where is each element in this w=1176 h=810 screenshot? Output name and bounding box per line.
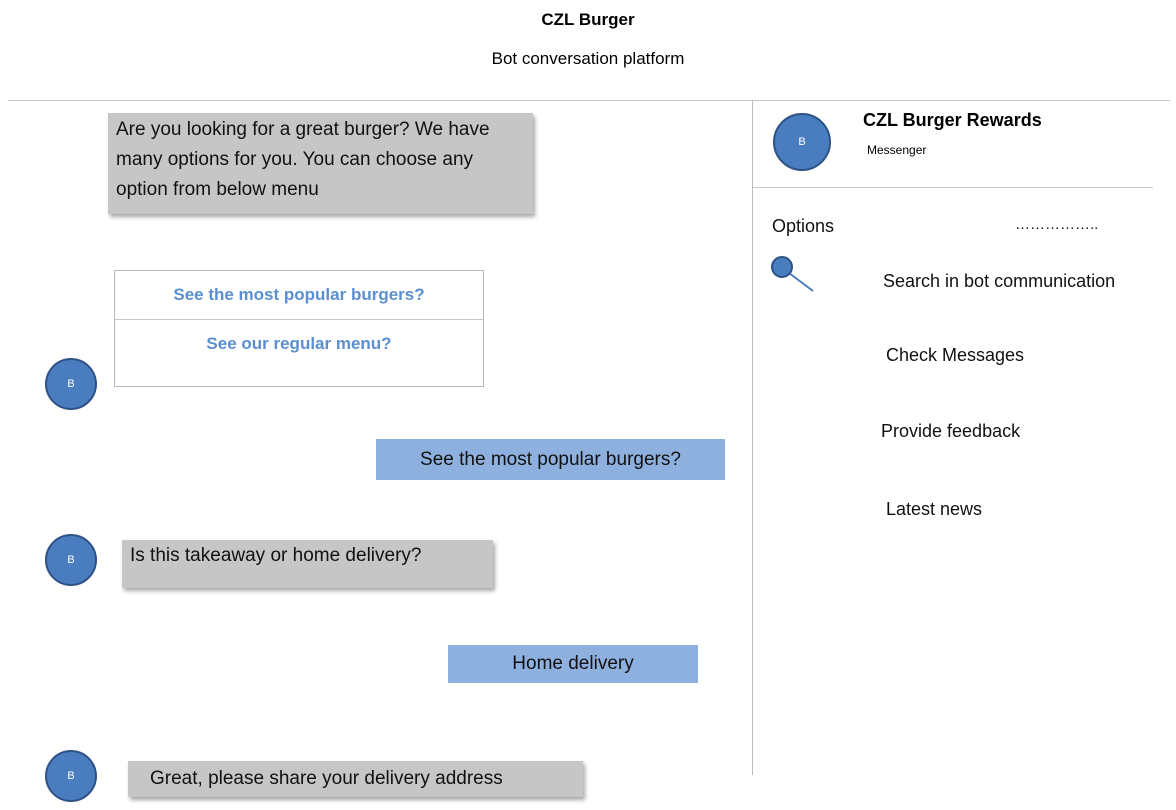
contact-subtitle: Messenger xyxy=(867,143,927,157)
bot-message-intro: Are you looking for a great burger? We h… xyxy=(108,113,533,214)
chat-panel: Are you looking for a great burger? We h… xyxy=(0,101,752,810)
quick-reply-popular[interactable]: See the most popular burgers? xyxy=(115,271,483,319)
bot-avatar-letter: B xyxy=(67,770,75,782)
user-message-home-delivery: Home delivery xyxy=(448,645,698,683)
bot-avatar: B xyxy=(45,358,97,410)
sidebar-item-messages[interactable]: Check Messages xyxy=(886,345,1024,366)
options-label: Options xyxy=(772,216,835,236)
user-message-popular: See the most popular burgers? xyxy=(376,439,725,480)
sidebar-item-news[interactable]: Latest news xyxy=(886,499,982,520)
search-icon[interactable] xyxy=(771,256,815,292)
sidebar-item-search[interactable]: Search in bot communication xyxy=(883,271,1115,292)
bot-message-delivery-question: Is this takeaway or home delivery? xyxy=(122,540,493,588)
bot-avatar-letter: B xyxy=(67,378,75,390)
app-subtitle: Bot conversation platform xyxy=(491,49,685,68)
contact-avatar-letter: B xyxy=(798,136,806,148)
app-title: CZL Burger xyxy=(541,10,635,29)
quick-reply-menu: See the most popular burgers? See our re… xyxy=(114,270,484,387)
bot-avatar: B xyxy=(45,534,97,586)
contact-name: CZL Burger Rewards xyxy=(863,110,1042,130)
sidebar: B CZL Burger Rewards Messenger Options …… xyxy=(753,101,1176,810)
bot-avatar: B xyxy=(45,750,97,802)
sidebar-divider xyxy=(753,187,1153,188)
quick-reply-regular-menu[interactable]: See our regular menu? xyxy=(115,319,483,368)
search-icon-graphic xyxy=(771,256,814,292)
options-more[interactable]: …………….. xyxy=(1015,216,1098,233)
contact-avatar: B xyxy=(773,113,831,171)
bot-avatar-letter: B xyxy=(67,554,75,566)
sidebar-item-feedback[interactable]: Provide feedback xyxy=(881,421,1020,442)
bot-message-address-request: Great, please share your delivery addres… xyxy=(128,761,583,797)
